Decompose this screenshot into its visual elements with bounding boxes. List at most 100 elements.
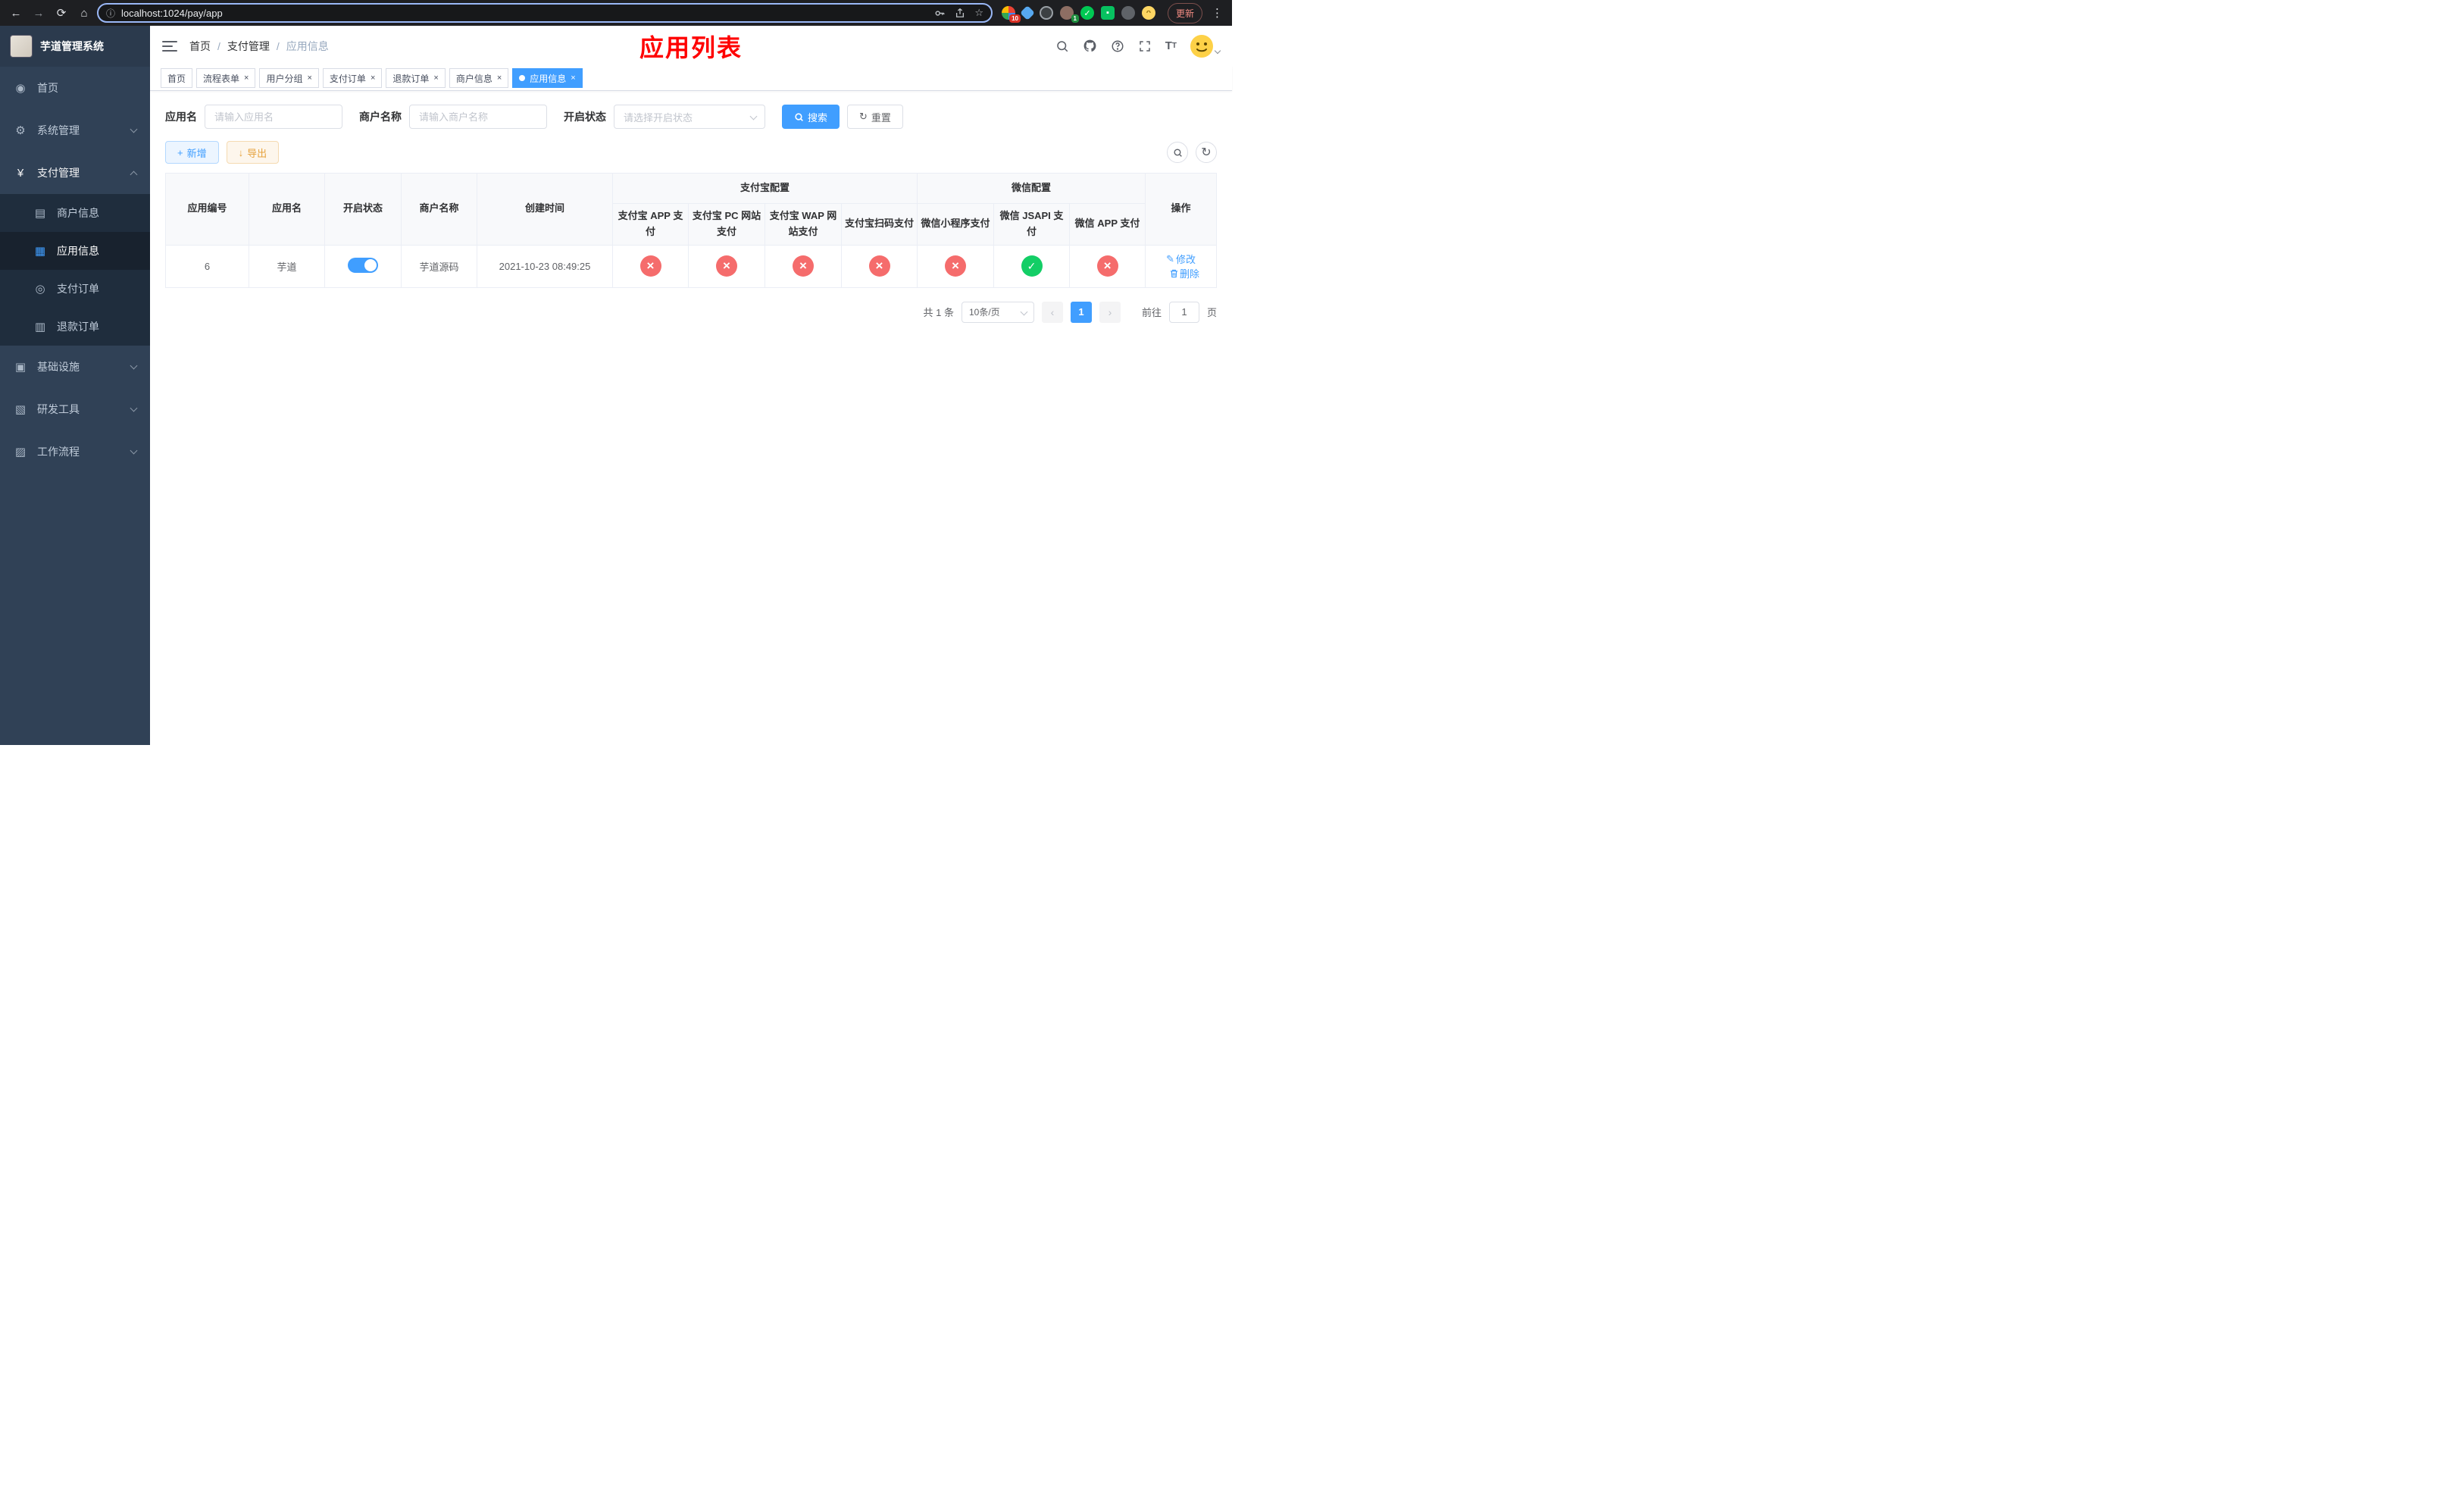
group-header-alipay: 支付宝配置	[611, 173, 918, 204]
app-logo	[10, 35, 33, 58]
devtools-icon: ▧	[14, 403, 27, 416]
sidebar-item-system[interactable]: ⚙ 系统管理	[0, 109, 150, 152]
edit-button-label: 修改	[1175, 254, 1196, 266]
browser-update-button[interactable]: 更新	[1167, 2, 1202, 23]
merchant-name-input[interactable]	[409, 105, 547, 129]
close-icon[interactable]: ×	[497, 74, 502, 83]
extension-icon-avatar[interactable]: 1	[1059, 6, 1079, 23]
browser-back-button[interactable]: ←	[6, 3, 26, 23]
close-icon[interactable]: ×	[244, 74, 249, 83]
user-menu[interactable]	[1190, 34, 1221, 58]
col-header-alipay-app: 支付宝 APP 支付	[612, 203, 689, 246]
yen-icon: ¥	[17, 166, 24, 180]
close-icon[interactable]: ×	[307, 74, 311, 83]
sidebar-item-payment[interactable]: ¥ 支付管理	[0, 152, 150, 194]
browser-forward-button[interactable]: →	[29, 3, 48, 23]
sidebar: 芋道管理系统 ◉ 首页 ⚙ 系统管理 ¥ 支付管理 ▤ 商户信息 ▦ 应用信息 …	[0, 26, 150, 745]
tab-home[interactable]: 首页	[161, 68, 193, 88]
status-select-placeholder: 请选择开启状态	[624, 111, 693, 124]
browser-home-button[interactable]: ⌂	[74, 3, 94, 23]
prev-page-button[interactable]: ‹	[1041, 301, 1063, 323]
sidebar-item-app-info[interactable]: ▦ 应用信息	[0, 232, 150, 270]
tab-process-form[interactable]: 流程表单 ×	[196, 68, 256, 88]
breadcrumb-payment[interactable]: 支付管理	[227, 39, 270, 54]
col-header-alipay-qr: 支付宝扫码支付	[840, 203, 918, 246]
chevron-down-icon	[1214, 47, 1221, 54]
edit-button[interactable]: ✎ 修改	[1166, 252, 1196, 266]
browser-reload-button[interactable]: ⟳	[52, 3, 71, 23]
tab-pay-order[interactable]: 支付订单 ×	[322, 68, 383, 88]
page-title: 应用列表	[639, 33, 743, 61]
sidebar-item-infra[interactable]: ▣ 基础设施	[0, 346, 150, 388]
app-name-input[interactable]	[205, 105, 342, 129]
tab-label: 退款订单	[392, 73, 430, 84]
status-select[interactable]: 请选择开启状态	[614, 105, 765, 129]
goto-page-input[interactable]	[1168, 301, 1199, 323]
app-table: 应用编号 应用名 开启状态 商户名称 创建时间 支付宝配置 微信配置 操作 支付…	[165, 173, 1217, 288]
extension-icon-grid[interactable]: 10	[1001, 6, 1021, 23]
extension-icon-check[interactable]: ✓	[1080, 6, 1094, 20]
extension-icon-gem[interactable]	[1020, 5, 1035, 20]
close-icon[interactable]: ×	[433, 74, 438, 83]
breadcrumb-home[interactable]: 首页	[189, 39, 211, 54]
sidebar-item-refund-order[interactable]: ▥ 退款订单	[0, 308, 150, 346]
table-toolbar: + 新增 ↓ 导出 ↻	[165, 141, 1217, 164]
github-icon[interactable]	[1083, 39, 1097, 53]
next-page-button[interactable]: ›	[1099, 301, 1121, 323]
sidebar-item-merchant-info[interactable]: ▤ 商户信息	[0, 194, 150, 232]
help-icon[interactable]	[1111, 39, 1124, 53]
tab-merchant-info[interactable]: 商户信息 ×	[449, 68, 509, 88]
sidebar-item-devtools[interactable]: ▧ 研发工具	[0, 388, 150, 430]
browser-window: ← → ⟳ ⌂ ⓘ localhost:1024/pay/app ☆ 10 1 …	[0, 0, 1232, 745]
refresh-icon: ↻	[859, 111, 868, 122]
cell-created: 2021-10-23 08:49:25	[477, 244, 613, 288]
alipay-app-status-icon	[639, 255, 661, 277]
search-form: 应用名 商户名称 开启状态 请选择开启状态 搜索	[165, 105, 1217, 129]
reset-button[interactable]: ↻ 重置	[847, 105, 903, 129]
export-button[interactable]: ↓ 导出	[226, 141, 280, 164]
search-icon[interactable]	[1055, 39, 1069, 53]
extension-icon-globe[interactable]	[1039, 6, 1053, 20]
sidebar-item-pay-order[interactable]: ◎ 支付订单	[0, 270, 150, 308]
tab-user-group[interactable]: 用户分组 ×	[259, 68, 319, 88]
chevron-down-icon	[130, 446, 138, 455]
extension-icon-emoji[interactable]: ᴖ	[1141, 6, 1155, 20]
tab-app-info[interactable]: 应用信息 ×	[512, 68, 583, 88]
tab-refund-order[interactable]: 退款订单 ×	[386, 68, 446, 88]
workflow-icon: ▨	[14, 446, 27, 459]
toggle-search-button[interactable]	[1167, 142, 1188, 163]
refresh-table-button[interactable]: ↻	[1196, 142, 1217, 163]
browser-menu-icon[interactable]: ⋮	[1209, 6, 1226, 20]
fullscreen-icon[interactable]	[1138, 39, 1152, 53]
sidebar-item-label: 退款订单	[57, 321, 99, 333]
close-icon[interactable]: ×	[371, 74, 375, 83]
page-size-value: 10条/页	[968, 307, 1000, 318]
close-icon[interactable]: ×	[571, 74, 575, 83]
page-size-select[interactable]: 10条/页	[961, 301, 1034, 323]
delete-button[interactable]: 删除	[1170, 266, 1199, 280]
download-icon: ↓	[238, 146, 244, 158]
app-logo-row: 芋道管理系统	[0, 26, 150, 67]
extension-icon-chat[interactable]: ▪	[1100, 6, 1115, 20]
infra-icon: ▣	[14, 361, 27, 374]
tab-label: 首页	[167, 73, 186, 84]
bookmark-star-icon[interactable]: ☆	[974, 7, 983, 19]
col-header-alipay-pc: 支付宝 PC 网站支付	[688, 203, 765, 246]
collapse-sidebar-icon[interactable]	[162, 40, 177, 52]
font-size-icon[interactable]: TT	[1165, 39, 1177, 52]
search-button[interactable]: 搜索	[782, 105, 840, 129]
share-icon[interactable]	[955, 8, 965, 18]
sidebar-item-home[interactable]: ◉ 首页	[0, 67, 150, 109]
sidebar-item-workflow[interactable]: ▨ 工作流程	[0, 430, 150, 473]
browser-toolbar: ← → ⟳ ⌂ ⓘ localhost:1024/pay/app ☆ 10 1 …	[0, 0, 1232, 26]
page-number-1[interactable]: 1	[1070, 301, 1092, 323]
status-toggle[interactable]	[348, 257, 378, 273]
avatar[interactable]	[1190, 34, 1213, 58]
add-button[interactable]: + 新增	[165, 141, 219, 164]
extension-icon-puzzle[interactable]	[1121, 6, 1135, 20]
sidebar-item-label: 首页	[37, 82, 58, 94]
address-bar[interactable]: ⓘ localhost:1024/pay/app ☆	[97, 3, 993, 23]
site-info-icon[interactable]: ⓘ	[106, 7, 115, 20]
password-key-icon[interactable]	[934, 8, 946, 19]
sidebar-item-label: 系统管理	[37, 124, 80, 136]
